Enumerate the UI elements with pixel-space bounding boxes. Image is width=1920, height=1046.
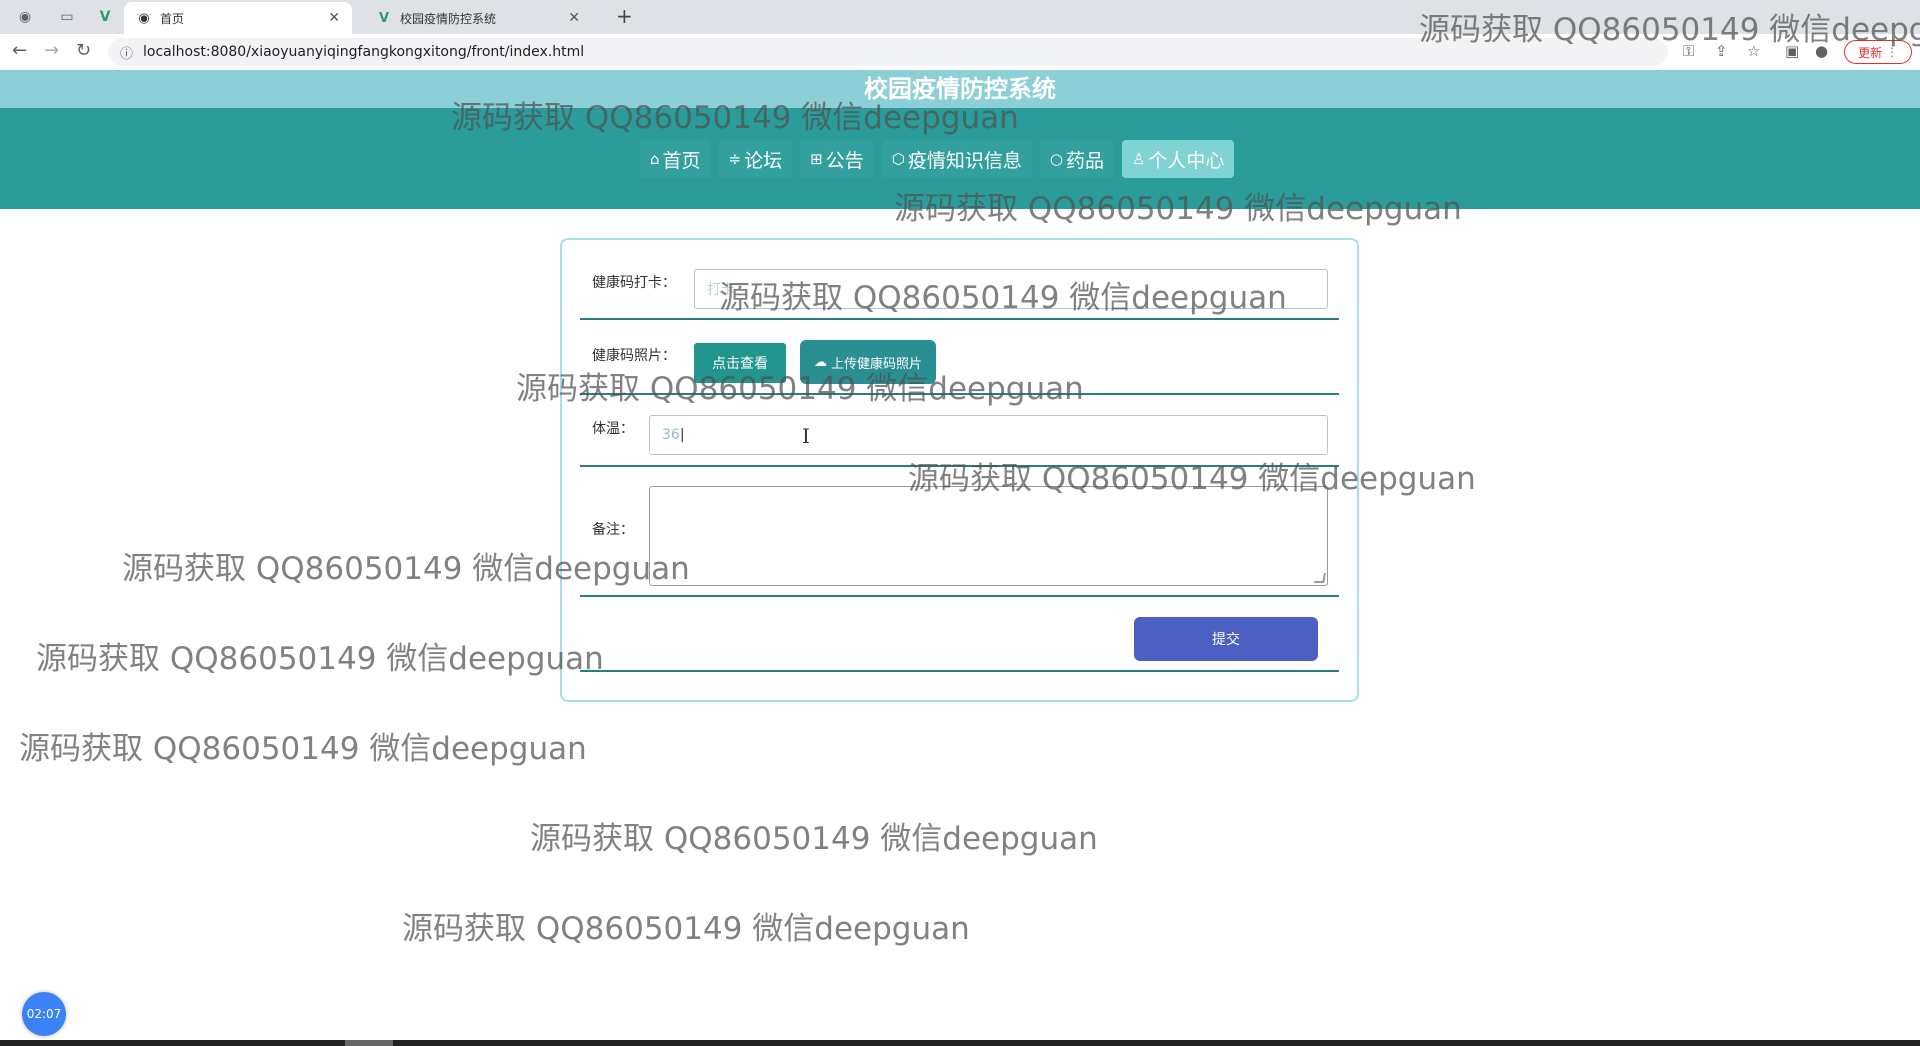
health-code-checkin-label: 健康码打卡： bbox=[592, 275, 676, 291]
pinned-tab-vue-icon[interactable]: V bbox=[90, 4, 120, 30]
scrollbar-thumb[interactable] bbox=[345, 1040, 393, 1046]
back-icon[interactable]: ← bbox=[12, 40, 27, 61]
watermark: 源码获取 QQ86050149 微信deepguan bbox=[1419, 12, 1920, 48]
text-cursor-icon: I bbox=[802, 424, 810, 448]
tab-title: 校园疫情防控系统 bbox=[400, 11, 497, 26]
nav-label: 药品 bbox=[1065, 149, 1104, 172]
nav-item-forum[interactable]: ≑ 论坛 bbox=[718, 140, 793, 178]
watermark: 源码获取 QQ86050149 微信deepguan bbox=[19, 731, 587, 767]
watermark: 源码获取 QQ86050149 微信deepguan bbox=[908, 461, 1476, 497]
nav-label: 论坛 bbox=[744, 149, 783, 172]
watermark: 源码获取 QQ86050149 微信deepguan bbox=[402, 911, 970, 947]
timer-text: 02:07 bbox=[26, 1007, 62, 1021]
submit-button[interactable]: 提交 bbox=[1134, 617, 1318, 661]
pinned-tab-blank-icon[interactable]: ▭ bbox=[52, 4, 82, 30]
browser-tab-home[interactable]: ◉ 首页 ✕ bbox=[124, 2, 352, 34]
submit-label: 提交 bbox=[1212, 632, 1240, 648]
temperature-value: 36 bbox=[662, 427, 680, 443]
close-tab-icon[interactable]: ✕ bbox=[568, 10, 580, 26]
forum-icon: ≑ bbox=[728, 150, 742, 168]
pill-icon: ○ bbox=[1049, 150, 1063, 168]
nav-label: 个人中心 bbox=[1148, 149, 1225, 172]
notice-icon: ⊞ bbox=[810, 150, 823, 168]
reload-icon[interactable]: ↻ bbox=[76, 40, 91, 61]
row-divider bbox=[580, 318, 1339, 320]
watermark: 源码获取 QQ86050149 微信deepguan bbox=[894, 191, 1462, 227]
watermark: 源码获取 QQ86050149 微信deepguan bbox=[719, 280, 1287, 316]
nav-item-personal-center[interactable]: ♙ 个人中心 bbox=[1121, 140, 1235, 178]
recording-timer-badge: 02:07 bbox=[22, 992, 66, 1036]
tab-title: 首页 bbox=[160, 11, 185, 26]
nav-label: 疫情知识信息 bbox=[907, 149, 1022, 172]
browser-tab-system[interactable]: V 校园疫情防控系统 ✕ bbox=[364, 2, 592, 34]
bottom-scrollbar[interactable] bbox=[0, 1040, 1920, 1046]
health-code-photo-label: 健康码照片： bbox=[592, 348, 676, 364]
new-tab-button[interactable]: + bbox=[616, 4, 633, 28]
watermark: 源码获取 QQ86050149 微信deepguan bbox=[122, 551, 690, 587]
watermark: 源码获取 QQ86050149 微信deepguan bbox=[530, 821, 1098, 857]
cube-icon: ⬡ bbox=[891, 150, 905, 168]
resize-grip-icon[interactable] bbox=[1314, 573, 1326, 583]
row-divider bbox=[580, 595, 1339, 597]
temperature-input[interactable]: 36 | bbox=[649, 415, 1328, 455]
nav-label: 首页 bbox=[662, 149, 701, 172]
url-text: localhost:8080/xiaoyuanyiqingfangkongxit… bbox=[143, 44, 585, 60]
nav-item-medicine[interactable]: ○ 药品 bbox=[1039, 140, 1114, 178]
vue-logo-icon: V bbox=[378, 10, 390, 26]
nav-item-epidemic-knowledge[interactable]: ⬡ 疫情知识信息 bbox=[881, 140, 1032, 178]
user-icon: ♙ bbox=[1131, 150, 1146, 168]
watermark: 源码获取 QQ86050149 微信deepguan bbox=[36, 641, 604, 677]
nav-label: 公告 bbox=[825, 149, 864, 172]
watermark: 源码获取 QQ86050149 微信deepguan bbox=[516, 371, 1084, 407]
nav-item-notice[interactable]: ⊞ 公告 bbox=[800, 140, 874, 178]
forward-icon[interactable]: → bbox=[44, 40, 59, 61]
close-tab-icon[interactable]: ✕ bbox=[328, 10, 340, 26]
row-divider bbox=[580, 670, 1339, 672]
home-icon: ⌂ bbox=[650, 150, 660, 168]
watermark: 源码获取 QQ86050149 微信deepguan bbox=[451, 100, 1019, 136]
nav-item-home[interactable]: ⌂ 首页 bbox=[640, 140, 711, 178]
pinned-tab-icon[interactable]: ◉ bbox=[10, 4, 40, 30]
remark-label: 备注： bbox=[592, 522, 634, 538]
temperature-label: 体温： bbox=[592, 421, 634, 437]
site-info-icon[interactable]: ⓘ bbox=[120, 43, 133, 62]
globe-icon: ◉ bbox=[138, 10, 150, 26]
remark-textarea[interactable] bbox=[649, 486, 1328, 586]
